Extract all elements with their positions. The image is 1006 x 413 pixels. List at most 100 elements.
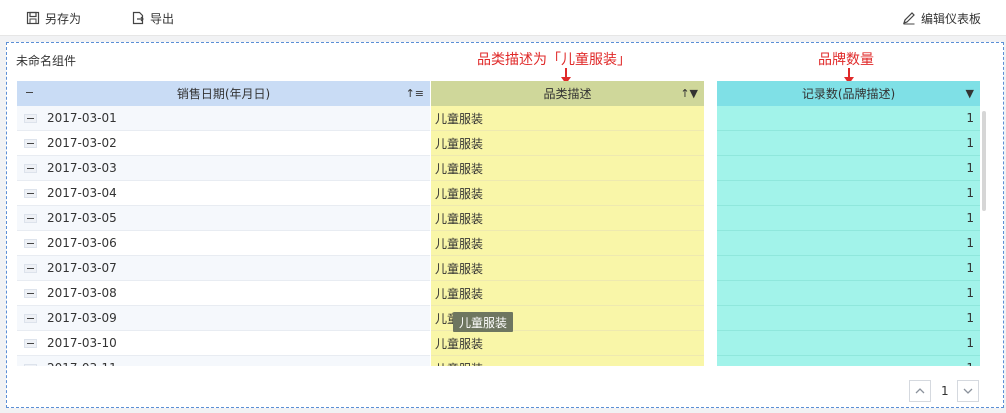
collapse-row-icon[interactable] [24,114,37,123]
table-row[interactable]: 2017-03-08 儿童服装 1 [17,281,980,306]
table-row[interactable]: 2017-03-05 儿童服装 1 [17,206,980,231]
category-cell[interactable]: 儿童服装 [431,231,704,256]
count-cell[interactable]: 1 [717,256,980,281]
column-gap-cell [704,281,717,306]
collapse-row-icon[interactable] [24,239,37,248]
column-gap-cell [704,356,717,366]
count-value: 1 [966,361,974,366]
count-cell[interactable]: 1 [717,181,980,206]
column-gap-cell [704,206,717,231]
widget-title: 未命名组件 [16,54,77,68]
date-value: 2017-03-03 [47,161,117,175]
category-cell[interactable]: 儿童服装 [431,156,704,181]
table-row[interactable]: 2017-03-07 儿童服装 1 [17,256,980,281]
date-cell[interactable]: 2017-03-02 [17,131,430,156]
sort-asc-icon[interactable]: ↑≡ [406,87,424,100]
category-cell[interactable]: 儿童服装 [431,181,704,206]
toolbar: 另存为 导出 编辑仪表板 [0,0,1006,36]
count-cell[interactable]: 1 [717,231,980,256]
column-gap [704,81,717,106]
count-value: 1 [966,186,974,200]
collapse-row-icon[interactable] [24,364,37,366]
count-cell[interactable]: 1 [717,331,980,356]
date-cell[interactable]: 2017-03-08 [17,281,430,306]
date-value: 2017-03-05 [47,211,117,225]
count-value: 1 [966,336,974,350]
date-cell[interactable]: 2017-03-04 [17,181,430,206]
date-cell[interactable]: 2017-03-06 [17,231,430,256]
count-cell[interactable]: 1 [717,206,980,231]
date-cell[interactable]: 2017-03-11 [17,356,430,366]
column-gap-cell [704,231,717,256]
category-value: 儿童服装 [435,336,484,351]
count-cell[interactable]: 1 [717,106,980,131]
count-cell[interactable]: 1 [717,131,980,156]
category-annotation: 品类描述为「儿童服装」 [477,52,631,68]
table-row[interactable]: 2017-03-04 儿童服装 1 [17,181,980,206]
brand-annotation-arrow [844,68,854,84]
date-cell[interactable]: 2017-03-05 [17,206,430,231]
count-cell[interactable]: 1 [717,156,980,181]
collapse-row-icon[interactable] [24,264,37,273]
column-header-count[interactable]: 记录数(品牌描述) ▼ [717,81,980,106]
date-value: 2017-03-07 [47,261,117,275]
table-row[interactable]: 2017-03-10 儿童服装 1 [17,331,980,356]
category-cell[interactable]: 儿童服装 [431,256,704,281]
collapse-all-icon[interactable] [24,89,37,98]
column-gap-cell [704,331,717,356]
collapse-row-icon[interactable] [24,164,37,173]
count-cell[interactable]: 1 [717,356,980,366]
column-gap-cell [704,131,717,156]
sort-filter-icon[interactable]: ↑▼ [680,87,698,100]
column-header-date-label: 销售日期(年月日) [176,87,271,101]
category-value: 儿童服装 [435,236,484,251]
page-down-button[interactable] [957,380,979,402]
category-cell[interactable]: 儿童服装 [431,131,704,156]
collapse-row-icon[interactable] [24,314,37,323]
table-row[interactable]: 2017-03-02 儿童服装 1 [17,131,980,156]
collapse-row-icon[interactable] [24,339,37,348]
column-header-category[interactable]: 品类描述 ↑▼ [431,81,704,106]
date-cell[interactable]: 2017-03-10 [17,331,430,356]
column-header-date[interactable]: 销售日期(年月日) ↑≡ [17,81,430,106]
dropdown-icon[interactable]: ▼ [966,87,974,100]
count-cell[interactable]: 1 [717,281,980,306]
column-header-count-label: 记录数(品牌描述) [801,87,896,101]
count-value: 1 [966,286,974,300]
category-cell[interactable]: 儿童服装 [431,356,704,366]
collapse-row-icon[interactable] [24,139,37,148]
export-button[interactable]: 导出 [131,9,174,27]
date-cell[interactable]: 2017-03-09 [17,306,430,331]
count-value: 1 [966,211,974,225]
edit-dashboard-button[interactable]: 编辑仪表板 [902,9,981,27]
date-cell[interactable]: 2017-03-01 [17,106,430,131]
category-value: 儿童服装 [435,186,484,201]
date-value: 2017-03-02 [47,136,117,150]
category-value: 儿童服装 [435,286,484,301]
brand-annotation: 品牌数量 [818,52,874,68]
cell-tooltip: 儿童服装 [453,312,514,332]
table-row[interactable]: 2017-03-03 儿童服装 1 [17,156,980,181]
vertical-scrollbar[interactable] [982,111,986,211]
date-value: 2017-03-09 [47,311,117,325]
collapse-row-icon[interactable] [24,214,37,223]
category-cell[interactable]: 儿童服装 [431,206,704,231]
page-up-button[interactable] [909,380,931,402]
chevron-down-icon [963,388,973,394]
category-cell[interactable]: 儿童服装 [431,331,704,356]
table-row[interactable]: 2017-03-06 儿童服装 1 [17,231,980,256]
date-cell[interactable]: 2017-03-03 [17,156,430,181]
category-cell[interactable]: 儿童服装 [431,106,704,131]
count-cell[interactable]: 1 [717,306,980,331]
collapse-row-icon[interactable] [24,289,37,298]
export-icon [132,11,144,25]
table-row[interactable]: 2017-03-11 儿童服装 1 [17,356,980,366]
category-cell[interactable]: 儿童服装 [431,281,704,306]
collapse-row-icon[interactable] [24,189,37,198]
table-row[interactable]: 2017-03-01 儿童服装 1 [17,106,980,131]
count-value: 1 [966,261,974,275]
date-cell[interactable]: 2017-03-07 [17,256,430,281]
count-value: 1 [966,311,974,325]
category-value: 儿童服装 [435,136,484,151]
save-as-button[interactable]: 另存为 [26,9,81,27]
